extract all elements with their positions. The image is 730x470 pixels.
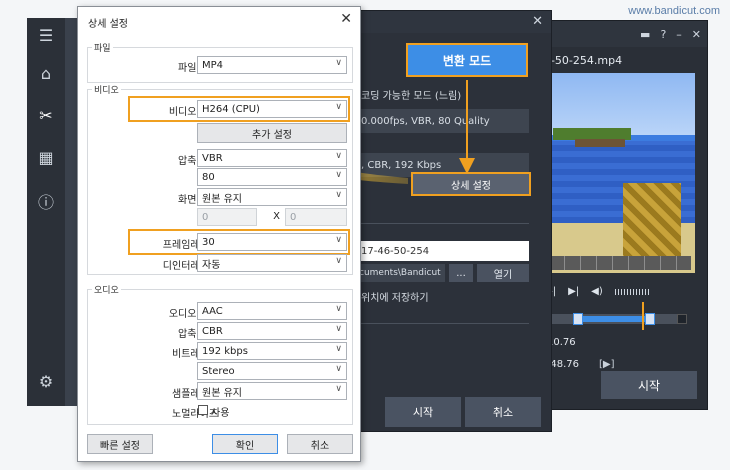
timeline-end-box [677, 314, 687, 324]
app-main-strip [65, 18, 77, 406]
video-island-base [575, 139, 625, 147]
chevron-down-icon: ∨ [335, 304, 342, 314]
audio-compression-select[interactable]: CBR ∨ [197, 322, 347, 340]
output-path-field[interactable]: cuments\Bandicut [357, 264, 445, 282]
samplerate-select[interactable]: 원본 유지 ∨ [197, 382, 347, 400]
quality-value: 80 [202, 171, 215, 183]
conversion-separator [357, 323, 529, 324]
audio-compression-value: CBR [202, 325, 223, 337]
app-sidebar: ☰ ⌂ ✂ ▦ ⓘ ⚙ [27, 18, 65, 406]
chevron-down-icon: ∨ [335, 256, 342, 266]
compression-value: VBR [202, 152, 223, 164]
cancel-button[interactable]: 취소 [287, 434, 353, 454]
quality-select[interactable]: 80 ∨ [197, 168, 347, 186]
volume-icon[interactable]: ◀) [591, 286, 603, 297]
samplerate-value: 원본 유지 [202, 387, 242, 399]
file-group-legend: 파일 [92, 41, 113, 54]
video-hay-block [623, 183, 681, 263]
volume-slider[interactable] [614, 288, 651, 295]
deinterlace-select[interactable]: 자동 ∨ [197, 254, 347, 272]
minimize-icon[interactable]: – [676, 28, 682, 41]
conversion-cancel-button[interactable]: 취소 [465, 397, 541, 427]
output-name-input[interactable]: 17-46-50-254 [357, 241, 529, 261]
close-icon[interactable]: ✕ [692, 28, 701, 41]
dialog-title: 상세 설정 [88, 19, 128, 30]
audio-codec-value: AAC [202, 305, 223, 317]
conversion-separator [357, 223, 529, 224]
extra-settings-button[interactable]: 추가 설정 [197, 123, 347, 143]
conversion-titlebar: ✕ [357, 11, 551, 33]
normalize-checkbox-label: 사용 [211, 408, 230, 419]
chevron-down-icon: ∨ [335, 344, 342, 354]
player-bracket-controls: [▶] [599, 359, 615, 370]
film-icon[interactable]: ▦ [35, 146, 57, 168]
home-icon[interactable]: ⌂ [35, 62, 57, 84]
channel-value: Stereo [202, 365, 235, 377]
deinterlace-value: 자동 [202, 259, 221, 271]
chevron-down-icon: ∨ [335, 364, 342, 374]
timeline[interactable] [545, 302, 687, 330]
chevron-down-icon: ∨ [335, 384, 342, 394]
player-controls: ▶| ▶| ◀) [545, 286, 695, 297]
audio-codec-select[interactable]: AAC ∨ [197, 302, 347, 320]
file-format-select[interactable]: MP4 ∨ [197, 56, 347, 74]
screen-size-select[interactable]: 원본 유지 ∨ [197, 188, 347, 206]
open-folder-button[interactable]: 열기 [477, 264, 529, 282]
chevron-down-icon: ∨ [335, 151, 342, 161]
video-preview [545, 73, 695, 273]
video-hotbar [549, 256, 691, 270]
info-icon[interactable]: ⓘ [35, 190, 57, 212]
gear-icon[interactable]: ⚙ [35, 370, 57, 392]
close-icon[interactable]: ✕ [532, 14, 543, 29]
ok-button[interactable]: 확인 [212, 434, 278, 454]
normalize-checkbox[interactable] [198, 405, 208, 415]
conversion-start-button[interactable]: 시작 [385, 397, 461, 427]
chevron-down-icon: ∨ [335, 170, 342, 180]
watermark: www.bandicut.com [628, 5, 720, 17]
folder-icon[interactable]: ▬ [640, 28, 650, 41]
width-input[interactable]: 0 [197, 208, 257, 226]
advanced-settings-dialog: 상세 설정 ✕ 파일 파일 형식 MP4∨ 비디오 비디오 코덱 H264 (C… [77, 6, 361, 462]
player-start-button[interactable]: 시작 [601, 371, 697, 399]
help-icon[interactable]: ? [660, 28, 666, 41]
browse-button[interactable]: ... [449, 264, 473, 282]
compression-select[interactable]: VBR ∨ [197, 149, 347, 167]
screen-size-value: 원본 유지 [202, 193, 242, 205]
video-info-line: 0.000fps, VBR, 80 Quality [357, 109, 529, 133]
chevron-down-icon: ∨ [335, 190, 342, 200]
channel-select[interactable]: Stereo ∨ [197, 362, 347, 380]
menu-icon[interactable]: ☰ [35, 24, 57, 46]
timeline-start-handle[interactable] [573, 313, 583, 325]
file-format-value: MP4 [202, 59, 224, 71]
bracket-play-button[interactable]: [▶] [599, 359, 615, 370]
video-group-legend: 비디오 [92, 83, 121, 96]
save-location-desc: 위치에 저장하기 [361, 293, 429, 304]
quick-settings-button[interactable]: 빠른 설정 [87, 434, 153, 454]
conversion-mode-desc: 코딩 가능한 모드 (느림) [361, 91, 462, 102]
height-input[interactable]: 0 [285, 208, 347, 226]
video-sky [545, 73, 695, 135]
bitrate-value: 192 kbps [202, 345, 248, 357]
timeline-selection [575, 316, 647, 322]
timeline-end-handle[interactable] [645, 313, 655, 325]
framerate-highlight [128, 229, 350, 255]
audio-group-legend: 오디오 [92, 283, 121, 296]
timeline-playhead[interactable] [642, 302, 644, 330]
close-icon[interactable]: ✕ [340, 11, 352, 27]
advanced-settings-button[interactable]: 상세 설정 [411, 172, 531, 196]
size-separator: X [273, 211, 280, 222]
chevron-down-icon: ∨ [335, 324, 342, 334]
chevron-down-icon: ∨ [335, 58, 342, 68]
cut-icon[interactable]: ✂ [35, 104, 57, 126]
convert-mode-button[interactable]: 변환 모드 [406, 43, 528, 77]
video-codec-highlight [128, 96, 350, 122]
step-forward-icon[interactable]: ▶| [568, 286, 579, 297]
bitrate-select[interactable]: 192 kbps ∨ [197, 342, 347, 360]
